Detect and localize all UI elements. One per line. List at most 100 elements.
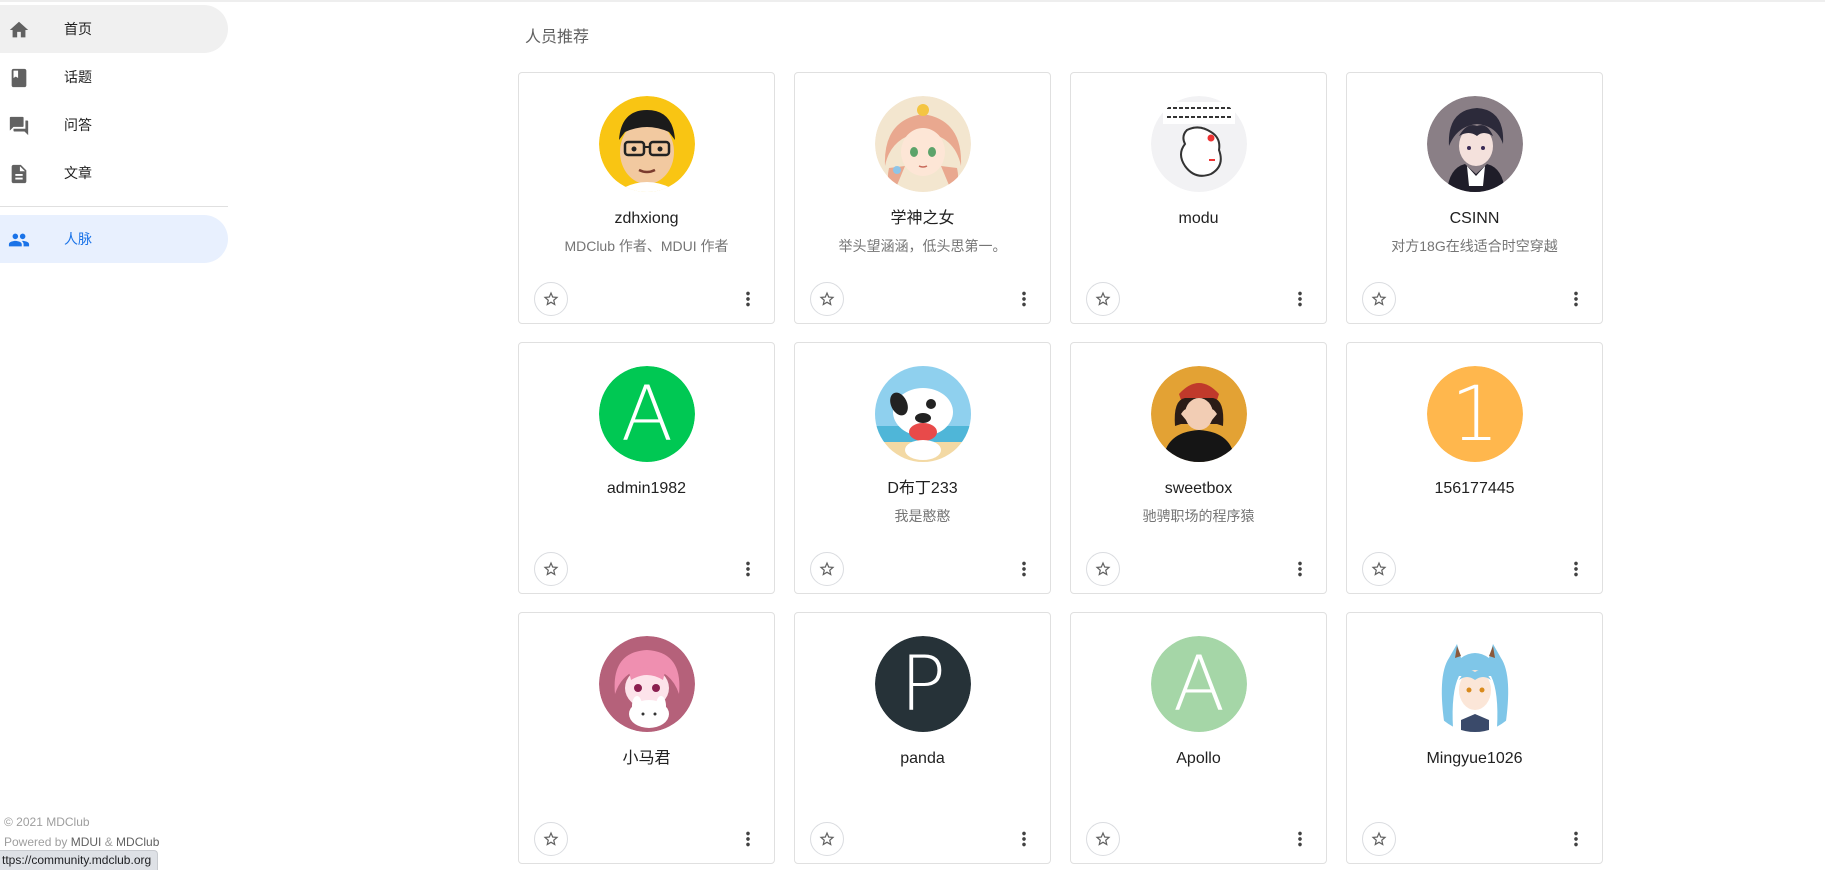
copyright: © 2021 MDClub [4, 815, 90, 829]
user-name[interactable]: zdhxiong [519, 209, 774, 229]
sidebar-item-home[interactable]: 首页 [0, 5, 228, 53]
user-card[interactable]: zdhxiong MDClub 作者、MDUI 作者 [518, 72, 775, 324]
page-title: 人员推荐 [525, 29, 590, 46]
follow-button[interactable] [1086, 552, 1120, 586]
more-vert-icon [1289, 558, 1311, 580]
star-icon [542, 830, 560, 848]
star-icon [1094, 560, 1112, 578]
user-card[interactable]: 学神之女 举头望涵涵，低头思第一。 [794, 72, 1051, 324]
user-name[interactable]: modu [1071, 209, 1326, 229]
more-vert-icon [1013, 288, 1035, 310]
follow-button[interactable] [534, 822, 568, 856]
user-name[interactable]: 学神之女 [795, 209, 1050, 229]
sidebar-item-questions[interactable]: 问答 [0, 101, 228, 149]
user-name[interactable]: 小马君 [519, 749, 774, 769]
user-name[interactable]: admin1982 [519, 479, 774, 499]
more-button[interactable] [1560, 823, 1592, 855]
avatar-image [875, 366, 971, 462]
more-vert-icon [1565, 558, 1587, 580]
follow-button[interactable] [1362, 282, 1396, 316]
follow-button[interactable] [1362, 822, 1396, 856]
follow-button[interactable] [1086, 282, 1120, 316]
more-vert-icon [737, 288, 759, 310]
avatar[interactable]: 1 [1427, 366, 1523, 462]
star-icon [1094, 830, 1112, 848]
user-name[interactable]: Mingyue1026 [1347, 749, 1602, 769]
user-card[interactable]: A admin1982 [518, 342, 775, 594]
powered-prefix: Powered by [4, 835, 71, 849]
more-button[interactable] [732, 823, 764, 855]
user-name[interactable]: 156177445 [1347, 479, 1602, 499]
follow-button[interactable] [1362, 552, 1396, 586]
mdui-link[interactable]: MDUI [71, 835, 102, 849]
more-button[interactable] [732, 553, 764, 585]
follow-button[interactable] [534, 282, 568, 316]
sidebar-item-articles[interactable]: 文章 [0, 149, 228, 197]
user-card[interactable]: CSINN 对方18G在线适合时空穿越 [1346, 72, 1603, 324]
user-card[interactable]: P panda [794, 612, 1051, 864]
more-button[interactable] [1008, 283, 1040, 315]
user-name[interactable]: Apollo [1071, 749, 1326, 769]
user-card[interactable]: 1 156177445 [1346, 342, 1603, 594]
user-card[interactable]: Mingyue1026 [1346, 612, 1603, 864]
more-button[interactable] [1560, 553, 1592, 585]
avatar[interactable] [1151, 366, 1247, 462]
more-vert-icon [1289, 288, 1311, 310]
sidebar-item-label: 人脉 [64, 231, 92, 247]
more-button[interactable] [1560, 283, 1592, 315]
sidebar-item-topics[interactable]: 话题 [0, 53, 228, 101]
follow-button[interactable] [810, 552, 844, 586]
avatar[interactable]: A [599, 366, 695, 462]
follow-button[interactable] [810, 822, 844, 856]
more-vert-icon [1013, 558, 1035, 580]
description-icon [11, 164, 27, 184]
avatar[interactable]: A [1151, 636, 1247, 732]
avatar[interactable] [1427, 636, 1523, 732]
more-button[interactable] [1008, 823, 1040, 855]
avatar[interactable] [875, 96, 971, 192]
avatar[interactable] [599, 96, 695, 192]
user-headline: MDClub 作者、MDUI 作者 [564, 238, 729, 254]
home-icon [9, 21, 29, 38]
letter-avatar: 1 [1427, 366, 1523, 462]
avatar[interactable] [875, 366, 971, 462]
star-icon [1370, 830, 1388, 848]
user-card[interactable]: 小马君 [518, 612, 775, 864]
avatar[interactable] [1427, 96, 1523, 192]
more-button[interactable] [1284, 553, 1316, 585]
top-divider [0, 0, 1825, 2]
user-name[interactable]: CSINN [1347, 209, 1602, 229]
avatar-image [875, 96, 971, 192]
user-name[interactable]: panda [795, 749, 1050, 769]
avatar[interactable] [599, 636, 695, 732]
user-name[interactable]: D布丁233 [795, 479, 1050, 499]
star-icon [818, 560, 836, 578]
mdclub-link[interactable]: MDClub [116, 835, 159, 849]
user-card[interactable]: D布丁233 我是憨憨 [794, 342, 1051, 594]
follow-button[interactable] [1086, 822, 1120, 856]
user-card[interactable]: sweetbox 驰骋职场的程序猿 [1070, 342, 1327, 594]
user-name[interactable]: sweetbox [1071, 479, 1326, 499]
more-button[interactable] [1008, 553, 1040, 585]
more-button[interactable] [732, 283, 764, 315]
follow-button[interactable] [810, 282, 844, 316]
sidebar-item-label: 首页 [64, 21, 92, 37]
sidebar-item-label: 问答 [64, 117, 92, 133]
avatar[interactable] [1151, 96, 1247, 192]
more-button[interactable] [1284, 283, 1316, 315]
star-icon [1370, 290, 1388, 308]
sidebar-item-people[interactable]: 人脉 [0, 215, 228, 263]
star-icon [1094, 290, 1112, 308]
avatar[interactable]: P [875, 636, 971, 732]
more-button[interactable] [1284, 823, 1316, 855]
follow-button[interactable] [534, 552, 568, 586]
star-icon [542, 290, 560, 308]
user-card[interactable]: modu [1070, 72, 1327, 324]
letter-avatar: P [875, 636, 971, 732]
sidebar-item-label: 话题 [64, 69, 92, 85]
user-card[interactable]: A Apollo [1070, 612, 1327, 864]
powered-by: Powered by MDUI & MDClub [4, 832, 159, 852]
star-icon [818, 830, 836, 848]
letter-avatar: A [1151, 636, 1247, 732]
sidebar-item-label: 文章 [64, 165, 92, 181]
